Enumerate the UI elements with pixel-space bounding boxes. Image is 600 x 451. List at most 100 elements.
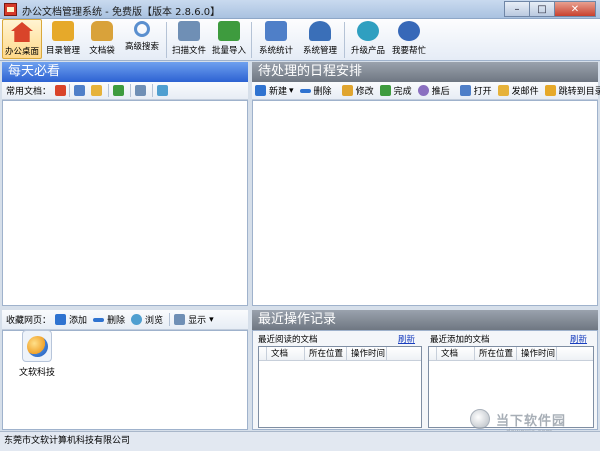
recently-added-refresh-link[interactable]: 刷新 — [570, 333, 587, 345]
refresh-icon[interactable] — [113, 85, 125, 96]
schedule-open-button[interactable]: 打开 — [459, 84, 492, 97]
doc-contacts-icon[interactable] — [55, 85, 67, 96]
schedule-new-button[interactable]: 新建 ▾ — [255, 84, 294, 97]
plus-icon — [255, 85, 266, 96]
table-header-spacer — [259, 347, 267, 360]
admin-icon — [309, 21, 331, 41]
schedule-edit-button[interactable]: 修改 — [341, 84, 374, 97]
toolbar-directory-button[interactable]: 目录管理 — [42, 19, 84, 59]
toolbar-statistics-button[interactable]: 系统统计 — [254, 19, 298, 59]
toolbar-upgrade-button[interactable]: 升级产品 — [347, 19, 389, 59]
toolbar-separator — [69, 84, 71, 97]
schedule-send-mail-button[interactable]: 发邮件 — [497, 84, 539, 97]
favorites-add-button[interactable]: 添加 — [55, 313, 87, 326]
toolbar-scan-button[interactable]: 扫描文件 — [169, 19, 209, 59]
edit-icon — [341, 85, 353, 96]
minimize-button[interactable]: – — [504, 1, 530, 17]
window-controls: – □ ✕ — [504, 1, 596, 17]
upgrade-icon — [357, 21, 379, 41]
column-header[interactable]: 所在位置 — [305, 347, 347, 360]
daily-must-read-header: 每天必看 — [2, 62, 248, 82]
favorite-item[interactable]: 文软科技 — [12, 330, 62, 378]
pending-schedule-header: 待处理的日程安排 — [252, 62, 598, 82]
toolbar-separator — [169, 313, 171, 326]
title-bar: 办公文档管理系统 - 免费版【版本 2.8.6.0】 – □ ✕ — [0, 0, 600, 19]
toolbar-help-button[interactable]: 我要帮忙 — [389, 19, 429, 59]
toolbar-docbag-button[interactable]: 文档袋 — [84, 19, 120, 59]
action-label: 新建 — [269, 87, 288, 97]
doc-file-icon[interactable] — [74, 85, 86, 96]
maximize-button[interactable]: □ — [529, 1, 555, 17]
column-header[interactable]: 所在位置 — [475, 347, 517, 360]
toolbar-label: 系统管理 — [302, 46, 337, 56]
action-label: 跳转到目录 — [558, 87, 600, 97]
toolbar-admin-button[interactable]: 系统管理 — [298, 19, 342, 59]
table-header: 文档 所在位置 操作时间 — [429, 347, 593, 361]
toolbar-separator — [152, 84, 154, 97]
recently-read-title: 最近阅读的文档 — [258, 335, 318, 345]
recently-read-table[interactable]: 文档 所在位置 操作时间 — [258, 346, 422, 428]
schedule-jump-to-folder-button[interactable]: 跳转到目录 — [544, 84, 600, 97]
scanner-icon — [178, 21, 200, 41]
mail-icon[interactable] — [91, 85, 103, 96]
minus-icon — [299, 88, 311, 93]
action-label: 完成 — [393, 87, 412, 97]
column-header[interactable]: 操作时间 — [517, 347, 557, 360]
toolbar-label: 文档袋 — [89, 46, 115, 56]
action-label: 发邮件 — [511, 87, 539, 97]
column-header[interactable]: 文档 — [437, 347, 475, 360]
recently-read-refresh-link[interactable]: 刷新 — [398, 333, 415, 345]
folder-icon — [52, 21, 74, 41]
action-label: 修改 — [355, 87, 374, 97]
mail-icon — [497, 85, 509, 96]
favorites-label: 收藏网页： — [6, 316, 52, 326]
status-bar: 东莞市文软计算机科技有限公司 — [0, 431, 600, 451]
main-toolbar: 办公桌面 目录管理 文档袋 高级搜索 扫描文件 批量导入 系统统计 系统管理 升… — [0, 19, 600, 61]
schedule-delete-button[interactable]: 删除 — [299, 84, 332, 97]
action-label: 添加 — [69, 316, 88, 326]
window-title: 办公文档管理系统 - 免费版【版本 2.8.6.0】 — [22, 7, 221, 18]
favorites-bar: 收藏网页： 添加 删除 浏览 显示 ▾ — [2, 310, 248, 330]
toolbar-separator — [108, 84, 110, 97]
watermark-logo-icon — [470, 409, 490, 429]
toolbar-label: 目录管理 — [45, 46, 80, 56]
toolbar-office-desktop-button[interactable]: 办公桌面 — [2, 19, 42, 59]
schedule-complete-button[interactable]: 完成 — [379, 84, 412, 97]
toolbar-label: 办公桌面 — [4, 47, 39, 57]
recently-added-title: 最近添加的文档 — [430, 335, 490, 345]
table-header: 文档 所在位置 操作时间 — [259, 347, 421, 361]
close-button[interactable]: ✕ — [554, 1, 596, 17]
favorites-display-button[interactable]: 显示 ▾ — [174, 313, 214, 326]
app-icon — [4, 3, 17, 16]
magnifier-icon — [134, 21, 150, 37]
schedule-actions-bar: 新建 ▾ 删除 修改 完成 推后 打开 发邮件 跳转到目录 — [252, 82, 600, 100]
common-docs-bar: 常用文档： — [2, 82, 248, 100]
action-label: 删除 — [107, 316, 126, 326]
column-header[interactable]: 文档 — [267, 347, 305, 360]
toolbar-label: 高级搜索 — [124, 42, 159, 52]
toolbar-separator — [344, 22, 345, 58]
schedule-list-area[interactable] — [252, 100, 598, 306]
calendar-icon[interactable] — [157, 85, 169, 96]
toolbar-separator — [130, 84, 132, 97]
action-label: 删除 — [313, 87, 332, 97]
toolbar-label: 批量导入 — [211, 46, 246, 56]
toolbar-advanced-search-button[interactable]: 高级搜索 — [120, 19, 164, 59]
watermark-text: 当下软件园 — [496, 413, 567, 429]
chevron-down-icon: ▾ — [289, 85, 294, 96]
jump-folder-icon — [544, 85, 556, 96]
toolbar-label: 我要帮忙 — [391, 46, 426, 56]
column-header[interactable]: 操作时间 — [347, 347, 387, 360]
calendar-dropdown-icon[interactable] — [135, 85, 147, 96]
chevron-down-icon: ▾ — [209, 314, 214, 325]
favorite-item-label: 文软科技 — [18, 368, 55, 378]
schedule-postpone-button[interactable]: 推后 — [417, 84, 450, 97]
action-label: 浏览 — [145, 316, 164, 326]
toolbar-batch-import-button[interactable]: 批量导入 — [209, 19, 249, 59]
toolbar-label: 系统统计 — [258, 46, 293, 56]
stats-icon — [265, 21, 287, 41]
toolbar-separator — [251, 22, 252, 58]
favorites-browse-button[interactable]: 浏览 — [131, 313, 163, 326]
toolbar-label: 扫描文件 — [171, 46, 206, 56]
favorites-delete-button[interactable]: 删除 — [93, 313, 125, 326]
